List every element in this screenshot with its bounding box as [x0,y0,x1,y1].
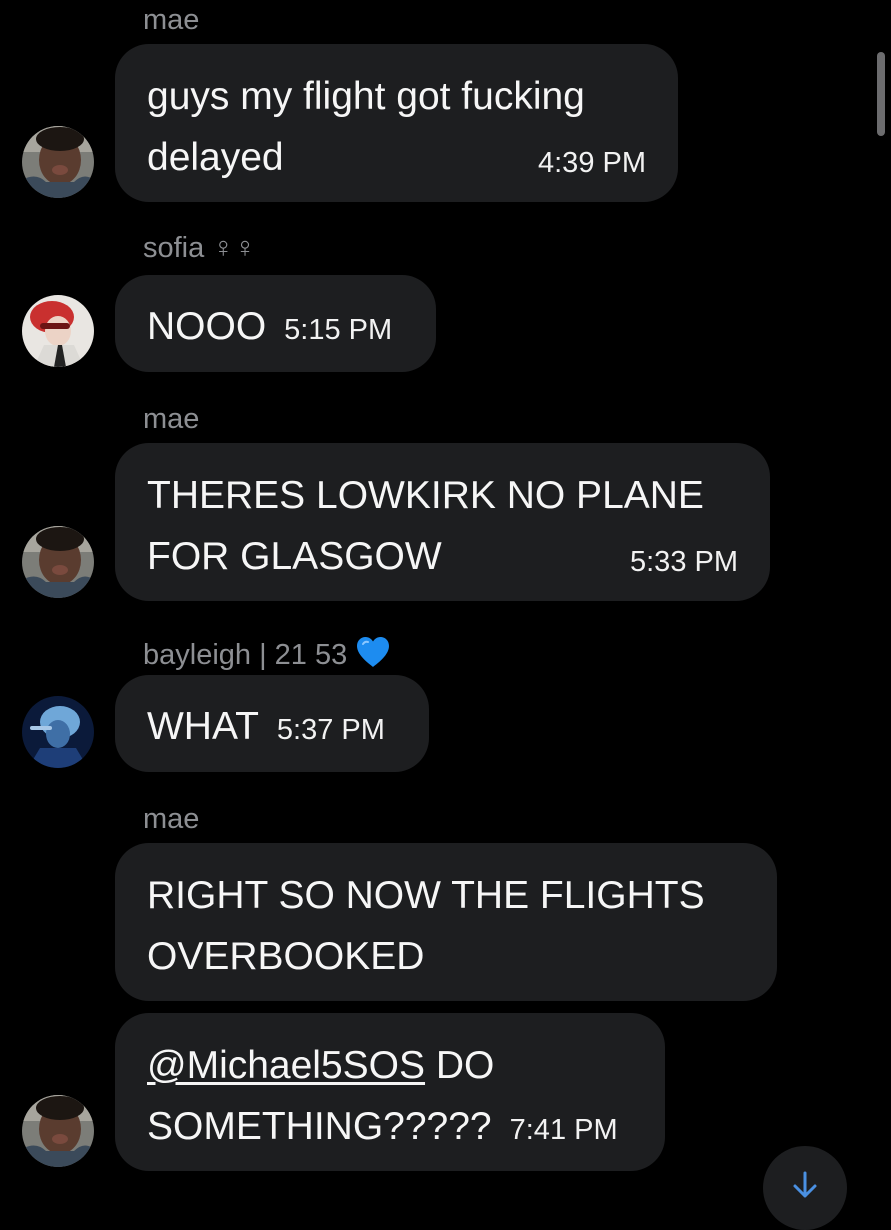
message-text-line: RIGHT SO NOW THE FLIGHTS [147,874,705,917]
avatar[interactable] [22,1095,94,1167]
sender-name: mae [143,4,200,36]
message-text-line: guys my flight got fucking [147,75,585,118]
message-bubble[interactable]: RIGHT SO NOW THE FLIGHTS OVERBOOKED [115,843,777,1001]
avatar-image [22,126,94,198]
sender-name: sofia ♀︎♀︎ [143,232,256,264]
message-timestamp: 5:37 PM [276,714,385,746]
message-text: WHAT [147,705,259,748]
avatar[interactable] [22,526,94,598]
avatar-image [22,696,94,768]
avatar[interactable] [22,696,94,768]
avatar[interactable] [22,295,94,367]
blue-heart-icon [355,636,391,674]
sender-name-text: bayleigh | 21 53 [143,639,348,671]
message-timestamp: 7:41 PM [509,1114,618,1146]
message-text-line: @Michael5SOS DO [147,1035,635,1096]
message-bubble[interactable]: NOOO 5:15 PM [115,275,436,372]
message-bubble[interactable]: guys my flight got fucking delayed 4:39 … [115,44,678,202]
scrollbar-thumb[interactable] [877,52,885,136]
message-timestamp: 5:33 PM [630,546,738,578]
message-text-line: OVERBOOKED [147,935,425,978]
mention-link[interactable]: @Michael5SOS [147,1044,425,1087]
message-bubble[interactable]: WHAT 5:37 PM [115,675,429,772]
scroll-to-bottom-button[interactable] [763,1146,847,1230]
message-timestamp: 5:15 PM [284,314,393,346]
message-text-line: THERES LOWKIRK NO PLANE [147,474,704,517]
message-timestamp: 4:39 PM [538,147,646,179]
avatar[interactable] [22,126,94,198]
avatar-image [22,526,94,598]
message-text-line: SOMETHING????? [147,1105,492,1148]
avatar-image [22,295,94,367]
message-text: DO [425,1044,495,1087]
message-bubble[interactable]: THERES LOWKIRK NO PLANE FOR GLASGOW 5:33… [115,443,770,601]
message-text: NOOO [147,305,267,348]
sender-name: mae [143,403,200,435]
arrow-down-icon [793,1171,817,1198]
sender-name: bayleigh | 21 53 [143,636,391,674]
message-bubble[interactable]: @Michael5SOS DO SOMETHING????? 7:41 PM [115,1013,665,1171]
sender-name: mae [143,803,200,835]
avatar-image [22,1095,94,1167]
